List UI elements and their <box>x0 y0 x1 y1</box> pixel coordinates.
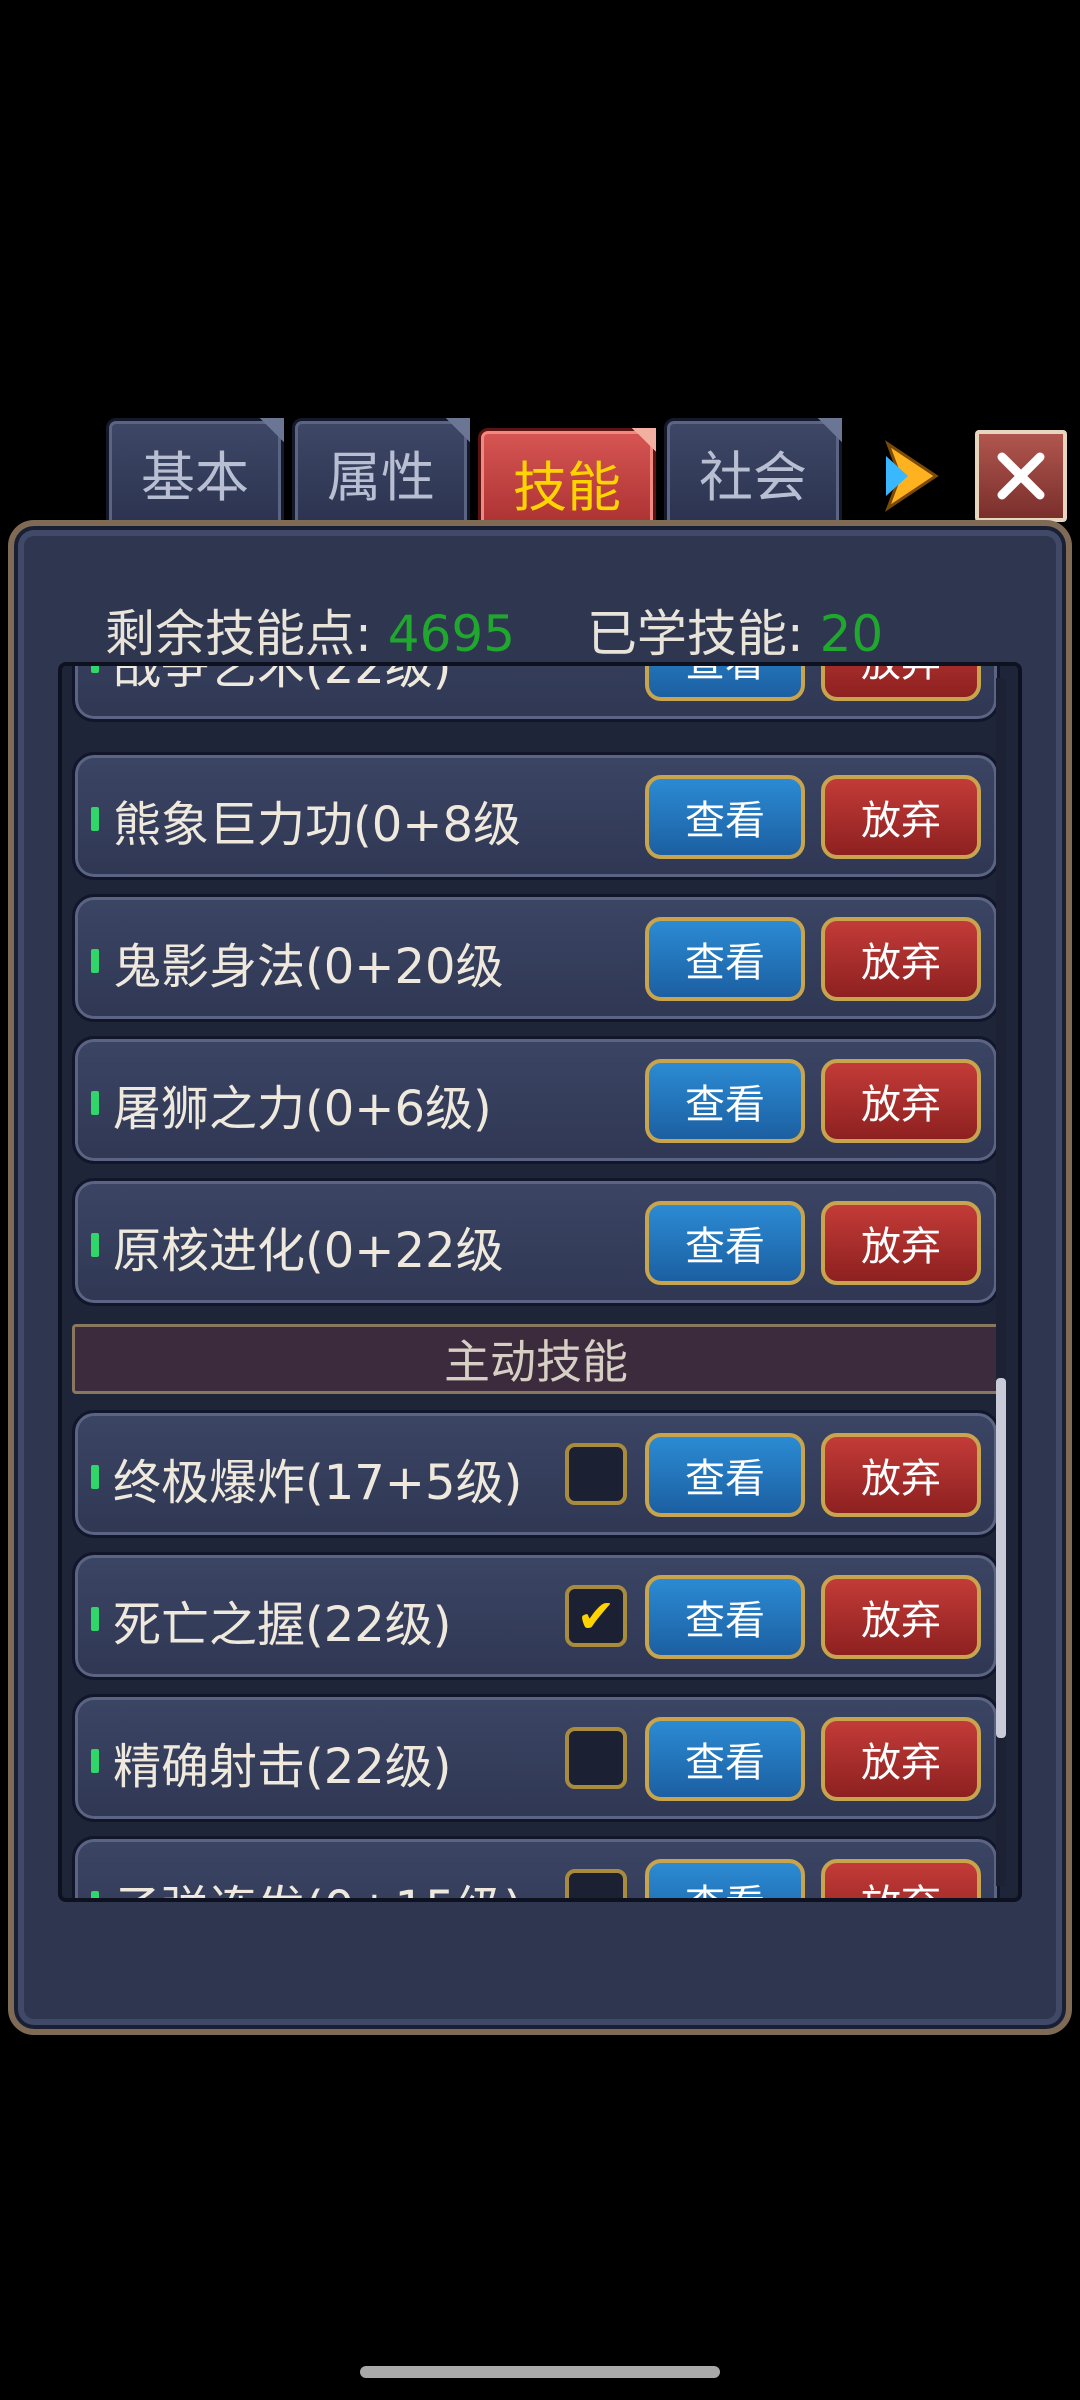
skill-row: 战争艺术(22级) 查看 放弃 <box>72 662 1000 722</box>
arrow-right-icon[interactable] <box>878 438 942 514</box>
tab-label: 属性 <box>327 445 435 509</box>
status-dot <box>91 666 99 673</box>
skill-row: 熊象巨力功(0+8级 查看 放弃 <box>72 752 1000 880</box>
quick-slot-checkbox[interactable] <box>565 1869 627 1898</box>
scroll-thumb[interactable] <box>996 1378 1006 1738</box>
skill-row: 原核进化(0+22级 查看 放弃 <box>72 1178 1000 1306</box>
view-button[interactable]: 查看 <box>645 1859 805 1898</box>
view-button[interactable]: 查看 <box>645 666 805 701</box>
tab-label: 基本 <box>141 445 249 509</box>
remaining-points-value: 4695 <box>387 605 516 663</box>
close-icon <box>997 452 1045 500</box>
status-dot <box>91 949 99 973</box>
home-indicator[interactable] <box>360 2366 720 2378</box>
skill-name: 鬼影身法(0+20级 <box>113 939 504 995</box>
skill-row: 精确射击(22级) 查看 放弃 <box>72 1694 1000 1822</box>
skill-name: 精确射击(22级) <box>113 1739 452 1795</box>
tab-social[interactable]: 社会 <box>664 418 842 526</box>
abandon-button[interactable]: 放弃 <box>821 1575 981 1659</box>
remaining-points-label: 剩余技能点: <box>105 605 372 663</box>
status-dot <box>91 1091 99 1115</box>
tab-corner <box>260 418 284 442</box>
tab-label: 技能 <box>513 455 621 519</box>
view-button[interactable]: 查看 <box>645 1059 805 1143</box>
skill-list[interactable]: 战争艺术(22级) 查看 放弃 熊象巨力功(0+8级 查看 放弃 鬼影身法(0+… <box>58 662 1022 1902</box>
tab-corner <box>446 418 470 442</box>
learned-skills-label: 已学技能: <box>586 605 804 663</box>
skill-name: 子弹连发(0+15级) <box>113 1869 553 1898</box>
skill-row: 屠狮之力(0+6级) 查看 放弃 <box>72 1036 1000 1164</box>
skill-row: 死亡之握(22级) ✔ 查看 放弃 <box>72 1552 1000 1680</box>
skill-row: 终极爆炸(17+5级) 查看 放弃 <box>72 1410 1000 1538</box>
skill-row: 鬼影身法(0+20级 查看 放弃 <box>72 894 1000 1022</box>
scrollbar[interactable] <box>996 678 1006 1886</box>
view-button[interactable]: 查看 <box>645 917 805 1001</box>
tab-attributes[interactable]: 属性 <box>292 418 470 526</box>
skill-name: 死亡之握(22级) <box>113 1597 452 1653</box>
abandon-button[interactable]: 放弃 <box>821 1433 981 1517</box>
abandon-button[interactable]: 放弃 <box>821 917 981 1001</box>
view-button[interactable]: 查看 <box>645 1433 805 1517</box>
abandon-button[interactable]: 放弃 <box>821 1859 981 1898</box>
abandon-button[interactable]: 放弃 <box>821 775 981 859</box>
abandon-button[interactable]: 放弃 <box>821 1059 981 1143</box>
status-dot <box>91 1607 99 1631</box>
abandon-button[interactable]: 放弃 <box>821 1201 981 1285</box>
status-dot <box>91 1891 99 1898</box>
status-dot <box>91 1749 99 1773</box>
skill-name: 原核进化(0+22级 <box>113 1223 504 1279</box>
view-button[interactable]: 查看 <box>645 1717 805 1801</box>
view-button[interactable]: 查看 <box>645 775 805 859</box>
tab-corner <box>818 418 842 442</box>
abandon-button[interactable]: 放弃 <box>821 666 981 701</box>
checkmark-icon: ✔ <box>576 1589 616 1643</box>
close-button[interactable] <box>975 430 1067 522</box>
quick-slot-checkbox[interactable] <box>565 1443 627 1505</box>
quick-slot-checkbox[interactable]: ✔ <box>565 1585 627 1647</box>
status-dot <box>91 807 99 831</box>
status-dot <box>91 1233 99 1257</box>
section-header-active-skills: 主动技能 <box>72 1324 1000 1394</box>
skill-name: 熊象巨力功(0+8级 <box>113 797 522 853</box>
tab-label: 社会 <box>699 445 807 509</box>
abandon-button[interactable]: 放弃 <box>821 1717 981 1801</box>
skill-name: 战争艺术(22级) <box>113 662 452 695</box>
view-button[interactable]: 查看 <box>645 1575 805 1659</box>
skill-name: 屠狮之力(0+6级) <box>113 1081 492 1137</box>
view-button[interactable]: 查看 <box>645 1201 805 1285</box>
skill-name: 终极爆炸(17+5级) <box>113 1455 523 1511</box>
learned-skills-value: 20 <box>819 605 884 663</box>
skill-summary: 剩余技能点: 4695 已学技能: 20 <box>105 594 883 666</box>
tab-basic[interactable]: 基本 <box>106 418 284 526</box>
tab-corner <box>632 428 656 452</box>
skill-row: 子弹连发(0+15级) 查看 放弃 <box>72 1836 1000 1898</box>
quick-slot-checkbox[interactable] <box>565 1727 627 1789</box>
status-dot <box>91 1465 99 1489</box>
